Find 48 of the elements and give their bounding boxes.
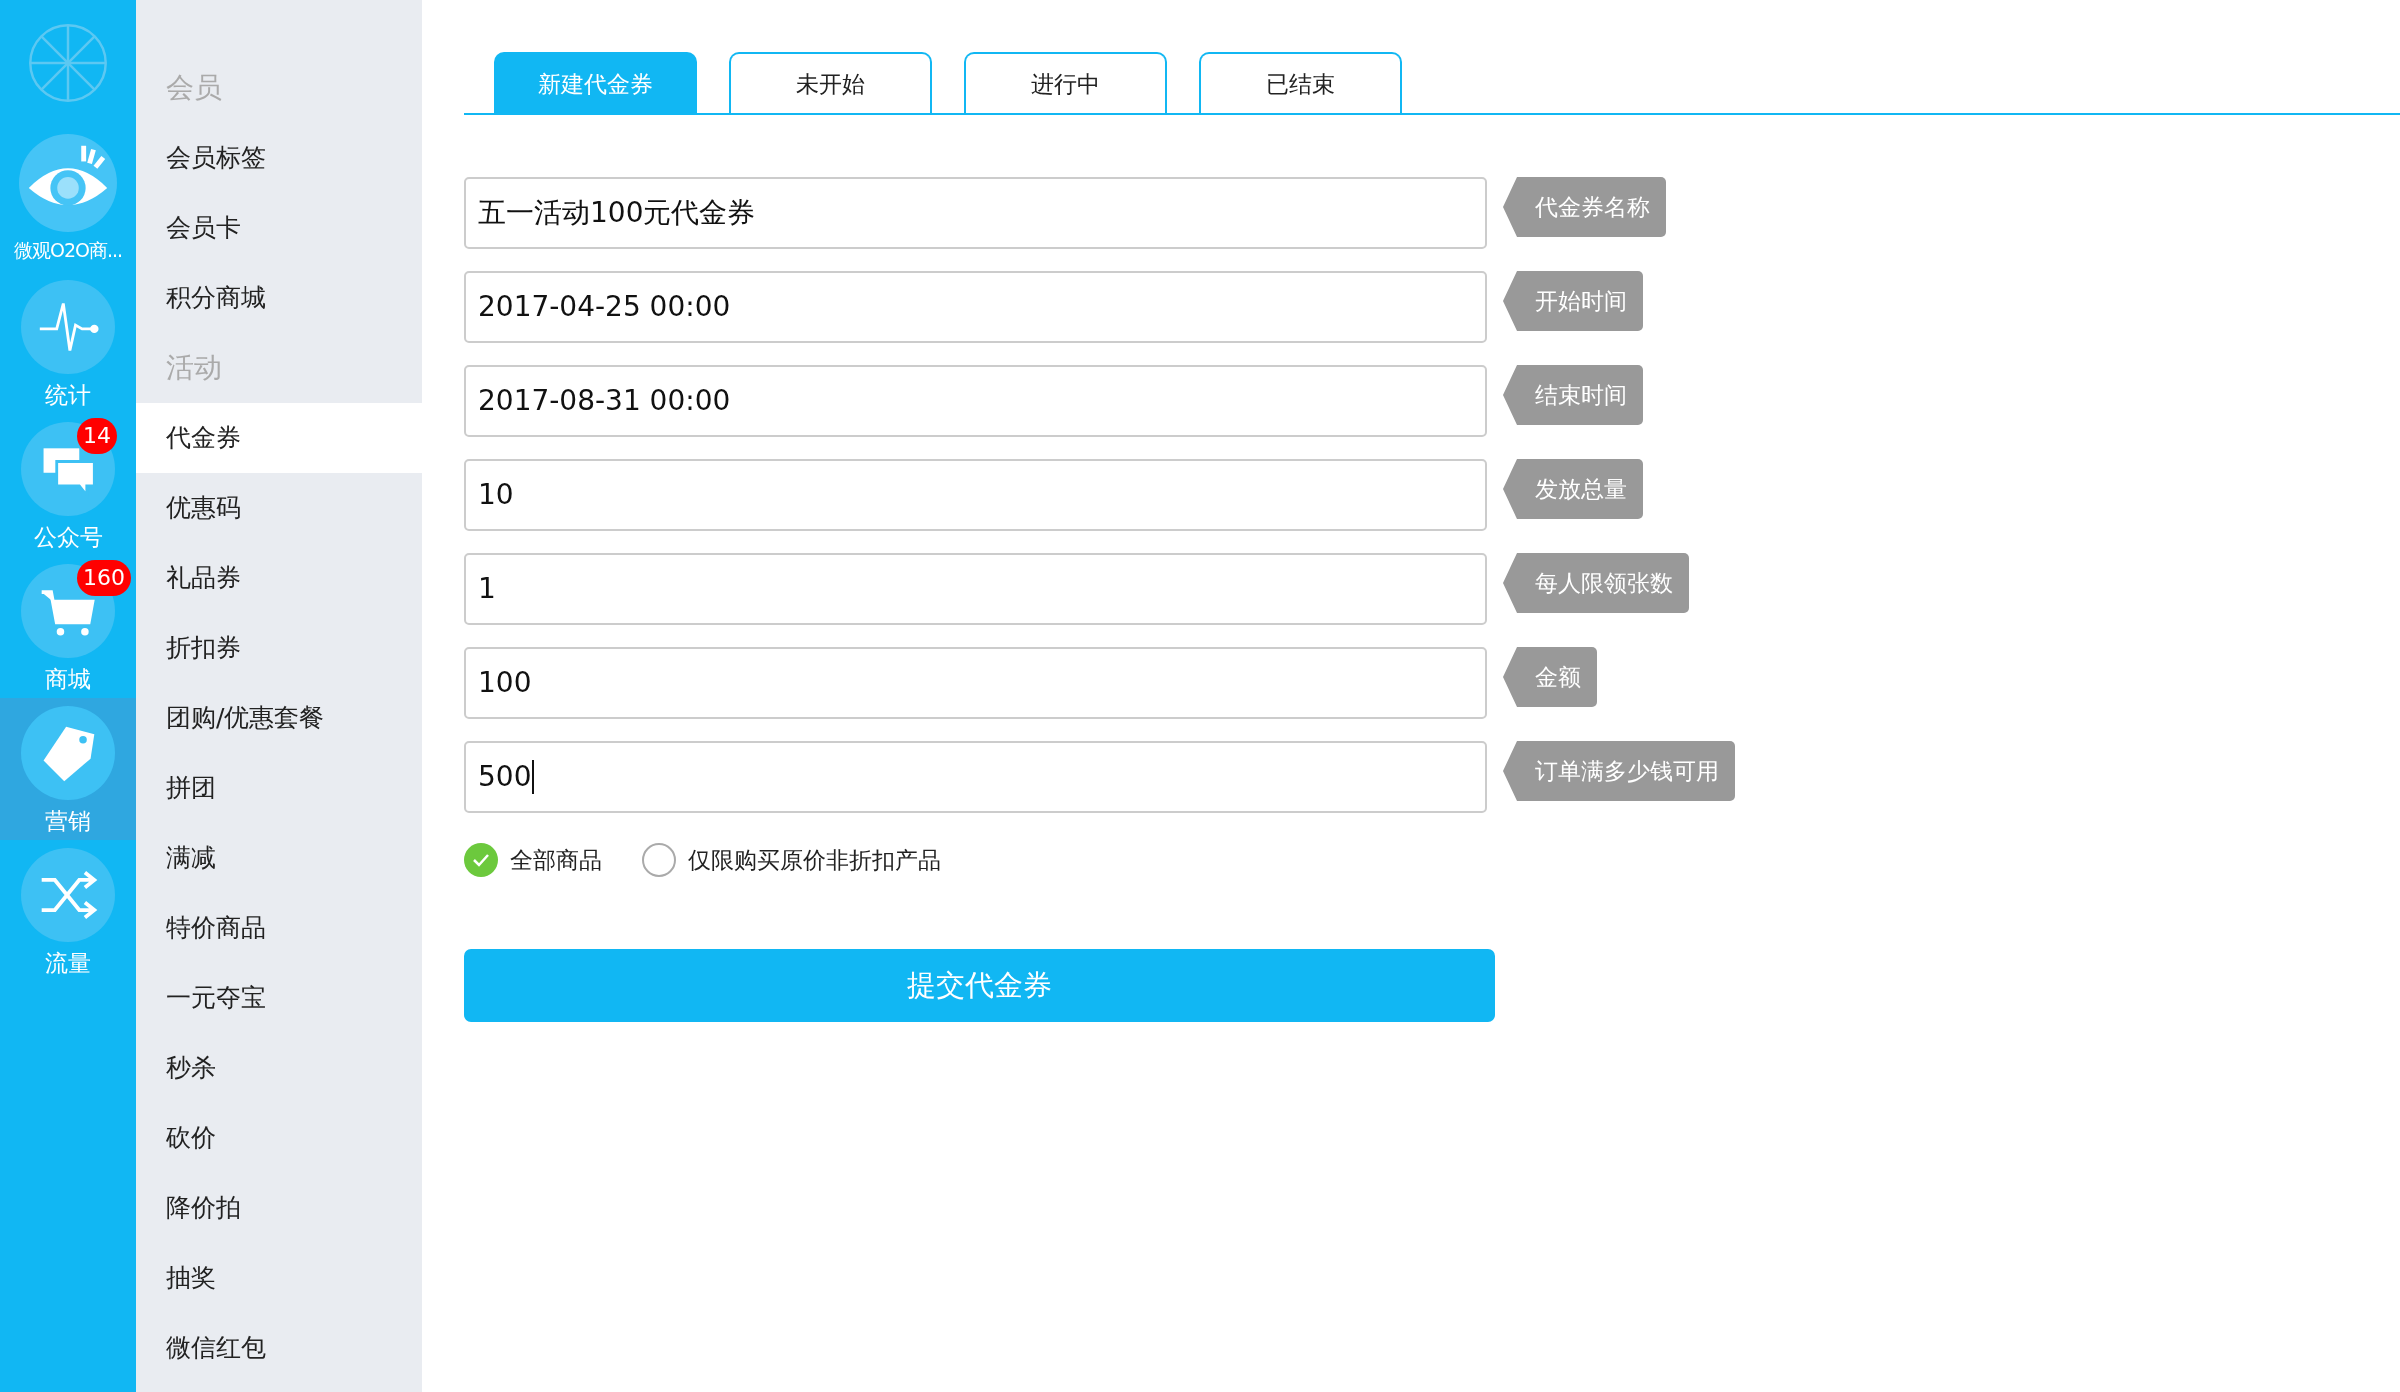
wheel-logo-icon bbox=[27, 22, 109, 104]
pulse-icon bbox=[21, 280, 115, 374]
tag-icon bbox=[21, 706, 115, 800]
sidebar-item[interactable]: 特价商品 bbox=[136, 893, 422, 963]
nav-item[interactable]: 160 商城 bbox=[0, 556, 136, 698]
field-label-tag: 结束时间 bbox=[1503, 365, 1643, 425]
input-field[interactable]: 2017-04-25 00:00 bbox=[464, 271, 1487, 343]
field-label-tag: 发放总量 bbox=[1503, 459, 1643, 519]
field-label-tag: 金额 bbox=[1503, 647, 1597, 707]
sidebar-item[interactable]: 一元夺宝 bbox=[136, 963, 422, 1033]
sidebar-item[interactable]: 团购/优惠套餐 bbox=[136, 683, 422, 753]
section-header: 活动 bbox=[165, 350, 223, 386]
radio-option[interactable]: 仅限购买原价非折扣产品 bbox=[642, 843, 941, 877]
sidebar-item[interactable]: 优惠码 bbox=[136, 473, 422, 543]
count-badge: 14 bbox=[77, 418, 117, 454]
input-field[interactable]: 10 bbox=[464, 459, 1487, 531]
tab[interactable]: 已结束 bbox=[1199, 52, 1402, 113]
input-field[interactable]: 五一活动100元代金券 bbox=[464, 177, 1487, 249]
sidebar-item[interactable]: 拼团 bbox=[136, 753, 422, 823]
sidebar-item[interactable]: 抽奖 bbox=[136, 1243, 422, 1313]
count-badge: 160 bbox=[77, 560, 131, 596]
app-name: 微观O2O商... bbox=[13, 238, 123, 263]
input-field[interactable]: 2017-08-31 00:00 bbox=[464, 365, 1487, 437]
eye-icon[interactable] bbox=[18, 134, 118, 232]
field-label-tag: 订单满多少钱可用 bbox=[1503, 741, 1735, 801]
field-label-tag: 每人限领张数 bbox=[1503, 553, 1689, 613]
input-field[interactable]: 1 bbox=[464, 553, 1487, 625]
section-header: 会员 bbox=[165, 70, 223, 106]
field-label-tag: 开始时间 bbox=[1503, 271, 1643, 331]
sidebar-item[interactable]: 满减 bbox=[136, 823, 422, 893]
sidebar-item[interactable]: 秒杀 bbox=[136, 1033, 422, 1103]
sidebar-item[interactable]: 代金券 bbox=[136, 403, 422, 473]
sidebar-item[interactable]: 会员卡 bbox=[136, 193, 422, 263]
sidebar-item[interactable]: 礼品券 bbox=[136, 543, 422, 613]
tab[interactable]: 未开始 bbox=[729, 52, 932, 113]
sidebar-item[interactable]: 砍价 bbox=[136, 1103, 422, 1173]
input-field[interactable]: 500 bbox=[464, 741, 1487, 813]
tab[interactable]: 进行中 bbox=[964, 52, 1167, 113]
sidebar-item[interactable]: 积分商城 bbox=[136, 263, 422, 333]
shuffle-icon bbox=[21, 848, 115, 942]
sidebar-item[interactable]: 折扣券 bbox=[136, 613, 422, 683]
sidebar-item[interactable]: 降价拍 bbox=[136, 1173, 422, 1243]
field-label-tag: 代金券名称 bbox=[1503, 177, 1666, 237]
nav-item[interactable]: 14 公众号 bbox=[0, 414, 136, 556]
sidebar-item[interactable]: 会员标签 bbox=[136, 123, 422, 193]
input-field[interactable]: 100 bbox=[464, 647, 1487, 719]
radio-option[interactable]: 全部商品 bbox=[464, 843, 602, 877]
sidebar-item[interactable]: 微信红包 bbox=[136, 1313, 422, 1383]
